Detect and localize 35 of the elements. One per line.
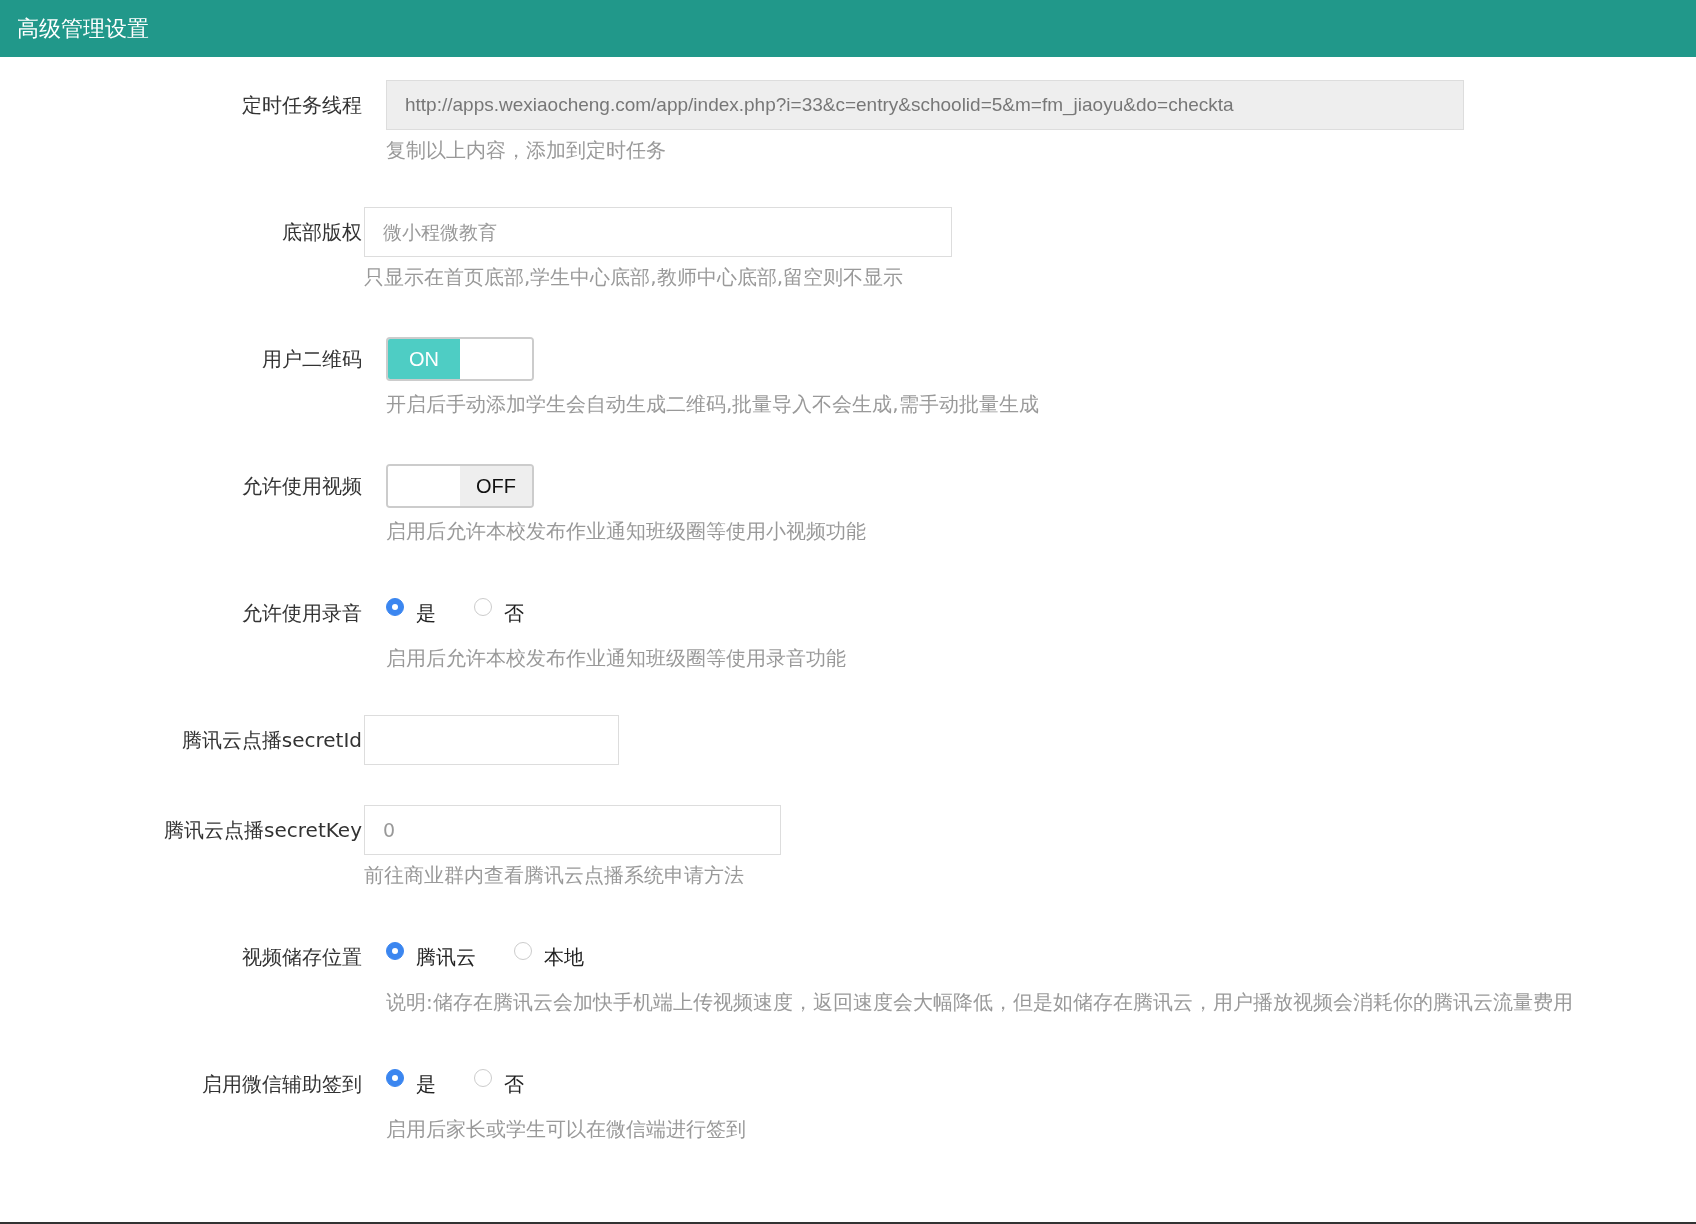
field-label: 腾讯云点播secretKey — [163, 817, 362, 844]
help-text: 前往商业群内查看腾讯云点播系统申请方法 — [364, 862, 745, 889]
help-text: 开启后手动添加学生会自动生成二维码,批量导入不会生成,需手动批量生成 — [386, 391, 1039, 418]
help-text: 说明:储存在腾讯云会加快手机端上传视频速度，返回速度会大幅降低，但是如储存在腾讯云，用户播放视频会消耗你的腾讯云流量费用 — [386, 989, 1573, 1016]
radio-label[interactable]: 否 — [504, 1070, 524, 1098]
radio-label[interactable]: 是 — [416, 599, 436, 627]
radio-button[interactable] — [474, 598, 492, 616]
help-text: 启用后家长或学生可以在微信端进行签到 — [386, 1116, 746, 1143]
radio-button[interactable] — [386, 942, 404, 960]
field-label: 底部版权 — [281, 219, 362, 246]
help-text: 启用后允许本校发布作业通知班级圈等使用小视频功能 — [386, 518, 866, 545]
url-field[interactable]: http://apps.wexiaocheng.com/app/index.php?i=33&c=entry&schoolid=5&m=fm_jiaoyu&do=checkta — [386, 80, 1464, 130]
radio-label[interactable]: 否 — [504, 599, 524, 627]
field-label: 定时任务线程 — [241, 92, 362, 119]
field-label: 允许使用视频 — [241, 473, 362, 500]
radio-label[interactable]: 腾讯云 — [416, 943, 476, 971]
help-text: 只显示在首页底部,学生中心底部,教师中心底部,留空则不显示 — [364, 264, 905, 291]
text-input-field[interactable]: 0 — [364, 805, 781, 855]
help-text: 启用后允许本校发布作业通知班级圈等使用录音功能 — [386, 645, 846, 672]
field-label: 腾讯云点播secretId — [180, 727, 362, 754]
toggle-switch[interactable]: OFF — [386, 464, 534, 508]
radio-label[interactable]: 本地 — [544, 943, 584, 971]
field-label: 用户二维码 — [261, 346, 362, 373]
field-label: 允许使用录音 — [241, 600, 362, 627]
radio-button[interactable] — [514, 942, 532, 960]
help-text: 复制以上内容，添加到定时任务 — [386, 137, 667, 164]
radio-button[interactable] — [386, 598, 404, 616]
text-input-field[interactable] — [364, 715, 619, 765]
field-label: 启用微信辅助签到 — [201, 1071, 362, 1098]
page-title: 高级管理设置 — [17, 14, 149, 43]
field-label: 视频储存位置 — [241, 944, 362, 971]
text-input-field[interactable]: 微小程微教育 — [364, 207, 952, 257]
radio-button[interactable] — [474, 1069, 492, 1087]
radio-label[interactable]: 是 — [416, 1070, 436, 1098]
radio-button[interactable] — [386, 1069, 404, 1087]
